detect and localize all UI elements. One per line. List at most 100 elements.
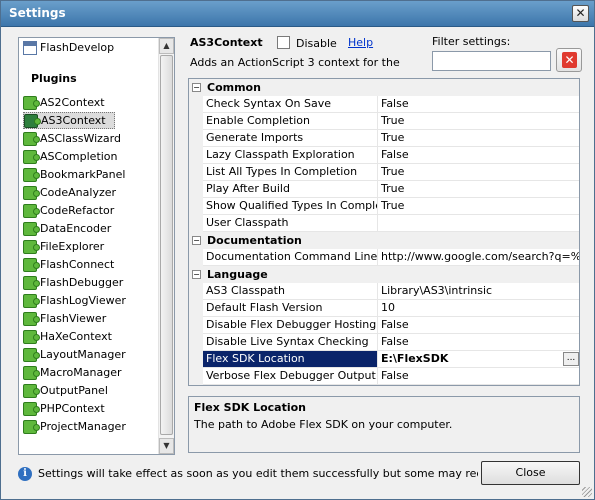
scroll-up-button[interactable]: ▲ [159, 38, 174, 54]
property-row[interactable]: Documentation Command Line http://www.goo… [189, 249, 579, 266]
plugin-item-dataencoder[interactable]: DataEncoder [23, 220, 111, 237]
status-text: Settings will take effect as soon as you… [38, 467, 478, 480]
category-language[interactable]: − Language [189, 266, 579, 283]
plugin-puzzle-icon [23, 239, 40, 254]
plugin-item-label: FlashDebugger [40, 276, 124, 289]
property-row[interactable]: User Classpath [189, 215, 579, 232]
property-value-text: Library\AS3\intrinsic [381, 284, 493, 297]
collapse-icon[interactable]: − [192, 83, 201, 92]
collapse-icon[interactable]: − [192, 270, 201, 279]
plugin-item-flashviewer[interactable]: FlashViewer [23, 310, 106, 327]
property-row[interactable]: Flex SDK Location E:\FlexSDK... [189, 351, 579, 368]
plugin-item-coderefactor[interactable]: CodeRefactor [23, 202, 114, 219]
property-row[interactable]: AS3 Classpath Library\AS3\intrinsic [189, 283, 579, 300]
property-row[interactable]: Play After Build True [189, 181, 579, 198]
property-row[interactable]: Disable Flex Debugger Hosting False [189, 317, 579, 334]
property-value[interactable]: 10 [378, 300, 579, 317]
property-row[interactable]: Check Syntax On Save False [189, 96, 579, 113]
plugin-item-macromanager[interactable]: MacroManager [23, 364, 122, 381]
plugin-item-asclasswizard[interactable]: ASClassWizard [23, 130, 121, 147]
plugin-item-bookmarkpanel[interactable]: BookmarkPanel [23, 166, 125, 183]
plugin-item-haxecontext[interactable]: HaXeContext [23, 328, 112, 345]
help-title: Flex SDK Location [194, 401, 307, 414]
property-row[interactable]: Generate Imports True [189, 130, 579, 147]
plugin-puzzle-icon [23, 311, 40, 326]
property-value[interactable]: http://www.google.com/search?q=%22a [378, 249, 579, 266]
plugin-item-label: LayoutManager [40, 348, 126, 361]
property-value[interactable]: True [378, 130, 579, 147]
property-grid[interactable]: − Common Check Syntax On Save False Enable C… [188, 78, 580, 386]
property-value[interactable]: Library\AS3\intrinsic [378, 283, 579, 300]
plugin-item-layoutmanager[interactable]: LayoutManager [23, 346, 126, 363]
plugin-item-outputpanel[interactable]: OutputPanel [23, 382, 108, 399]
plugin-item-projectmanager[interactable]: ProjectManager [23, 418, 126, 435]
clear-filter-button[interactable]: ✕ [556, 48, 582, 72]
property-value[interactable]: True [378, 181, 579, 198]
plugin-puzzle-icon [24, 113, 41, 128]
plugin-description: Adds an ActionScript 3 context for the [190, 56, 400, 69]
browse-button[interactable]: ... [563, 352, 579, 366]
property-value[interactable]: False [378, 96, 579, 113]
category-documentation[interactable]: − Documentation [189, 232, 579, 249]
plugin-item-label: PHPContext [40, 402, 105, 415]
list-item-label: FlashDevelop [40, 41, 115, 54]
property-row[interactable]: Enable Completion True [189, 113, 579, 130]
close-button[interactable]: Close [481, 461, 580, 485]
plugin-item-codeanalyzer[interactable]: CodeAnalyzer [23, 184, 116, 201]
filter-label: Filter settings: [432, 35, 511, 48]
plugin-item-fileexplorer[interactable]: FileExplorer [23, 238, 104, 255]
plugin-item-label: MacroManager [40, 366, 122, 379]
property-row[interactable]: List All Types In Completion True [189, 164, 579, 181]
plugin-item-flashconnect[interactable]: FlashConnect [23, 256, 114, 273]
collapse-icon[interactable]: − [192, 236, 201, 245]
property-value-text: False [381, 318, 409, 331]
property-value[interactable]: E:\FlexSDK... [378, 351, 579, 368]
property-value[interactable]: False [378, 317, 579, 334]
plugin-puzzle-icon [23, 401, 40, 416]
list-item-flashdevelop[interactable]: FlashDevelop [23, 39, 114, 56]
plugin-item-label: FlashLogViewer [40, 294, 126, 307]
property-name: Generate Imports [203, 130, 378, 147]
property-row[interactable]: Default Flash Version 10 [189, 300, 579, 317]
settings-window: Settings ✕ FlashDevelop Plugins ▲ ▼ AS2C… [0, 0, 595, 500]
category-label: Language [207, 268, 268, 281]
property-value[interactable]: False [378, 147, 579, 164]
plugin-item-phpcontext[interactable]: PHPContext [23, 400, 105, 417]
property-value[interactable]: True [378, 198, 579, 215]
plugin-item-flashlogviewer[interactable]: FlashLogViewer [23, 292, 126, 309]
plugin-item-label: ASClassWizard [40, 132, 121, 145]
property-value[interactable]: False [378, 334, 579, 351]
plugin-item-ascompletion[interactable]: ASCompletion [23, 148, 118, 165]
plugin-item-as3context[interactable]: AS3Context [23, 112, 115, 129]
plugin-item-label: AS3Context [41, 114, 106, 127]
property-name: Disable Live Syntax Checking [203, 334, 378, 351]
resize-grip-icon[interactable] [582, 487, 592, 497]
plugin-item-label: OutputPanel [40, 384, 108, 397]
scroll-down-button[interactable]: ▼ [159, 438, 174, 454]
disable-checkbox[interactable] [277, 36, 290, 49]
property-row[interactable]: Show Qualified Types In CompletionTrue [189, 198, 579, 215]
plugin-list[interactable]: FlashDevelop Plugins ▲ ▼ AS2Context AS3Co… [18, 37, 175, 455]
plugin-puzzle-icon [23, 149, 40, 164]
help-link[interactable]: Help [348, 36, 373, 49]
property-value-text: True [381, 199, 405, 212]
property-row[interactable]: Verbose Flex Debugger Output False [189, 368, 579, 385]
plugin-item-flashdebugger[interactable]: FlashDebugger [23, 274, 123, 291]
property-value[interactable]: False [378, 368, 579, 385]
category-common[interactable]: − Common [189, 79, 579, 96]
close-window-icon[interactable]: ✕ [572, 5, 589, 22]
filter-input[interactable] [432, 51, 551, 71]
property-value-text: False [381, 335, 409, 348]
property-value[interactable] [378, 215, 579, 232]
plugin-puzzle-icon [23, 419, 40, 434]
property-name: Flex SDK Location [203, 351, 378, 368]
list-scrollbar[interactable]: ▲ ▼ [158, 38, 174, 454]
plugin-item-as2context[interactable]: AS2Context [23, 94, 105, 111]
property-row[interactable]: Disable Live Syntax Checking False [189, 334, 579, 351]
title-bar[interactable]: Settings ✕ [1, 1, 594, 27]
property-help-box: Flex SDK Location The path to Adobe Flex… [188, 396, 580, 453]
property-value[interactable]: True [378, 113, 579, 130]
scroll-thumb[interactable] [160, 55, 173, 435]
property-value[interactable]: True [378, 164, 579, 181]
property-row[interactable]: Lazy Classpath Exploration False [189, 147, 579, 164]
